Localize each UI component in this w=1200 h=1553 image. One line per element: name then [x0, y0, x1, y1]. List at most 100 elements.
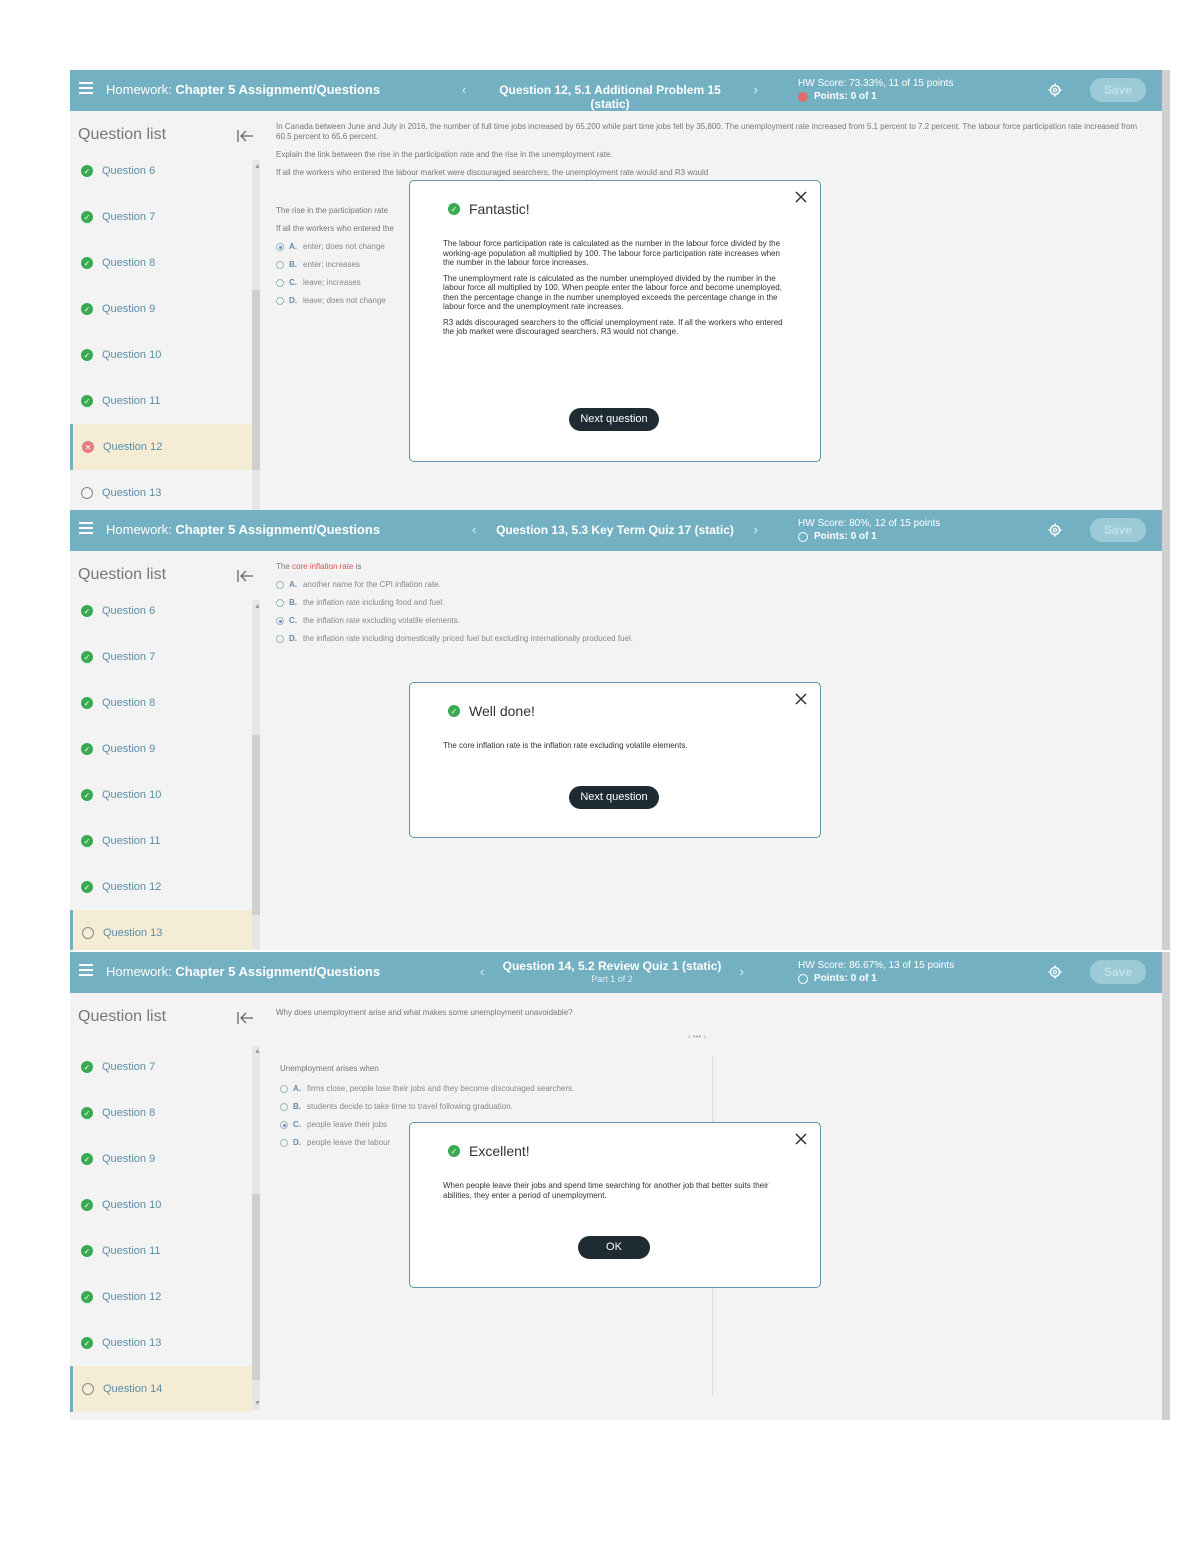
question-list-item-current[interactable]: ✕ Question 12 [70, 424, 252, 470]
question-part: Part 1 of 2 [591, 974, 633, 984]
scrollbar-thumb[interactable] [252, 735, 260, 915]
question-list-item[interactable]: ✓ Question 8 [70, 1090, 252, 1136]
question-title: Question 14, 5.2 Review Quiz 1 (static) [502, 959, 722, 973]
question-list-item[interactable]: ✓ Question 7 [70, 1044, 252, 1090]
radio-selected-icon[interactable] [280, 1121, 288, 1129]
next-question-button[interactable]: Next question [569, 408, 659, 431]
next-question-icon[interactable]: › [754, 82, 758, 97]
radio-icon[interactable] [276, 279, 284, 287]
scroll-up-icon[interactable]: ▲ [254, 163, 261, 170]
prev-question-icon[interactable]: ‹ [472, 522, 476, 537]
top-bar: Homework: Chapter 5 Assignment/Questions… [70, 510, 1162, 551]
hw-score: HW Score: 80%, 12 of 15 points [798, 518, 941, 529]
question-list-item[interactable]: ✓ Question 13 [70, 1320, 252, 1366]
question-list-item[interactable]: ✓ Question 12 [70, 1274, 252, 1320]
gear-icon[interactable] [1048, 83, 1062, 97]
question-list-item[interactable]: ✓ Question 11 [70, 378, 252, 424]
points-status-icon [798, 91, 808, 102]
answer-choice[interactable]: B. students decide to take time to travel… [280, 1102, 700, 1112]
page-scrollbar[interactable] [1162, 70, 1170, 510]
question-intro: Why does unemployment arise and what mak… [276, 1008, 573, 1017]
question-list: ✓ Question 6 ✓ Question 7 ✓ Question 8 ✓ Que… [70, 148, 252, 510]
radio-icon[interactable] [276, 261, 284, 269]
choice-text: enter; increases [303, 260, 360, 269]
page-scrollbar[interactable] [1162, 510, 1170, 950]
ok-button[interactable]: OK [578, 1236, 650, 1259]
collapse-sidebar-icon[interactable] [236, 568, 254, 584]
radio-icon[interactable] [280, 1085, 288, 1093]
question-list-item[interactable]: ✓ Question 7 [70, 194, 252, 240]
next-question-icon[interactable]: › [754, 522, 758, 537]
answer-choice[interactable]: A. firms close, people lose their jobs an… [280, 1084, 700, 1094]
prev-question-icon[interactable]: ‹ [480, 964, 484, 979]
answer-choice[interactable]: B. the inflation rate including food and … [276, 598, 1150, 608]
radio-icon[interactable] [276, 635, 284, 643]
check-circle-icon: ✓ [81, 697, 93, 709]
question-list-scrollbar[interactable] [252, 1046, 260, 1410]
scroll-down-icon[interactable]: ▼ [254, 1400, 261, 1407]
question-list-item[interactable]: ✓ Question 12 [70, 864, 252, 910]
page-scrollbar[interactable] [1162, 952, 1170, 1420]
question-list-item[interactable]: ✓ Question 10 [70, 772, 252, 818]
answer-choice[interactable]: C. the inflation rate excluding volatile … [276, 616, 1150, 626]
question-list-item[interactable]: ✓ Question 10 [70, 1182, 252, 1228]
question-list-item[interactable]: ✓ Question 9 [70, 1136, 252, 1182]
menu-icon[interactable] [79, 964, 93, 978]
scroll-up-icon[interactable]: ▲ [254, 603, 261, 610]
scroll-up-icon[interactable]: ▲ [254, 1048, 261, 1055]
answer-choice[interactable]: A. another name for the CPI inflation rat… [276, 580, 1150, 590]
answer-choice[interactable]: D. the inflation rate including domestica… [276, 634, 1150, 644]
close-icon[interactable] [794, 1132, 808, 1146]
save-button[interactable]: Save [1090, 960, 1146, 984]
points-row: Points: 0 of 1 [798, 972, 954, 985]
radio-icon[interactable] [276, 581, 284, 589]
question-list-item[interactable]: ✓ Question 6 [70, 588, 252, 634]
next-question-button[interactable]: Next question [569, 786, 659, 809]
question-label: Question 7 [102, 211, 156, 223]
radio-icon[interactable] [276, 599, 284, 607]
question-label: Question 13 [102, 487, 162, 499]
next-question-icon[interactable]: › [740, 964, 744, 979]
question-label: Question 11 [102, 1245, 161, 1257]
collapse-sidebar-icon[interactable] [236, 128, 254, 144]
question-list-item[interactable]: Question 13 [70, 470, 252, 510]
question-list-item[interactable]: ✓ Question 7 [70, 634, 252, 680]
collapse-sidebar-icon[interactable] [236, 1010, 254, 1026]
score-block: HW Score: 73.33%, 11 of 15 points Points… [798, 77, 953, 103]
close-icon[interactable] [794, 190, 808, 204]
check-circle-icon: ✓ [81, 651, 93, 663]
check-circle-icon: ✓ [81, 165, 93, 177]
radio-selected-icon[interactable] [276, 617, 284, 625]
question-list-item[interactable]: ✓ Question 8 [70, 680, 252, 726]
radio-icon[interactable] [280, 1103, 288, 1111]
menu-icon[interactable] [79, 522, 93, 536]
question-list-item[interactable]: ✓ Question 11 [70, 1228, 252, 1274]
scrollbar-thumb[interactable] [252, 290, 260, 470]
prev-question-icon[interactable]: ‹ [462, 82, 466, 97]
menu-icon[interactable] [79, 82, 93, 96]
points-row: Points: 0 of 1 [798, 90, 953, 103]
question-list-item-current[interactable]: Question 14 [70, 1366, 252, 1412]
gear-icon[interactable] [1048, 965, 1062, 979]
radio-icon[interactable] [276, 297, 284, 305]
radio-icon[interactable] [280, 1139, 288, 1147]
question-list-scrollbar[interactable] [252, 160, 260, 510]
question-list-item[interactable]: ✓ Question 9 [70, 726, 252, 772]
choice-text: leave; increases [303, 278, 361, 287]
radio-selected-icon[interactable] [276, 243, 284, 251]
choice-letter: D. [293, 1138, 301, 1147]
question-list-scrollbar[interactable] [252, 600, 260, 950]
question-list-item-current[interactable]: Question 13 [70, 910, 252, 950]
question-list-item[interactable]: ✓ Question 8 [70, 240, 252, 286]
question-list-item[interactable]: ✓ Question 9 [70, 286, 252, 332]
close-icon[interactable] [794, 692, 808, 706]
scrollbar-thumb[interactable] [252, 1194, 260, 1380]
part-pager[interactable]: ‹ ••• › [688, 1032, 706, 1041]
question-list-item[interactable]: ✓ Question 6 [70, 148, 252, 194]
save-button[interactable]: Save [1090, 78, 1146, 102]
feedback-dialog: ✓ Well done! The core inflation rate is t… [409, 682, 821, 838]
question-list-item[interactable]: ✓ Question 10 [70, 332, 252, 378]
gear-icon[interactable] [1048, 523, 1062, 537]
save-button[interactable]: Save [1090, 518, 1146, 542]
question-list-item[interactable]: ✓ Question 11 [70, 818, 252, 864]
